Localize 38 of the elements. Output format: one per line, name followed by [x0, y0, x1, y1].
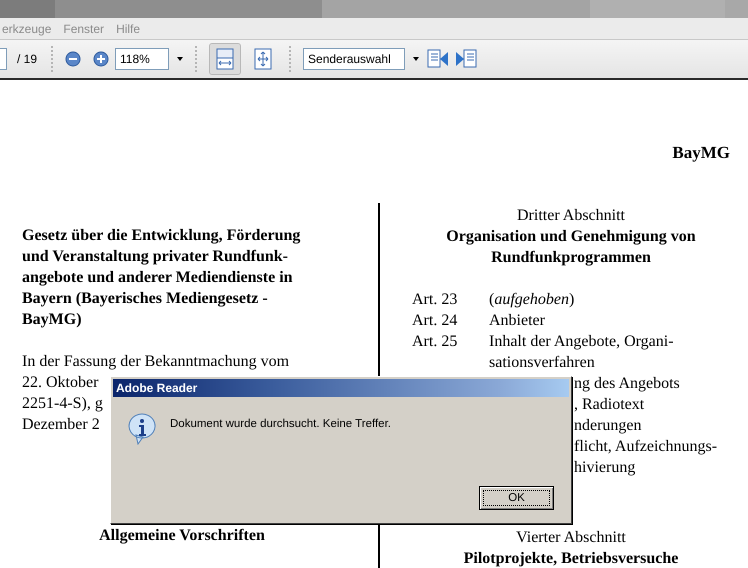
info-icon [128, 413, 156, 445]
next-document-icon[interactable] [455, 49, 478, 69]
dropdown-caret-icon[interactable] [411, 56, 422, 62]
page-count: / 19 [17, 52, 38, 66]
search-combo-field[interactable]: Senderauswahl [303, 48, 406, 70]
article-number: Art. 24 [412, 311, 458, 331]
paragraph-line: 2251-4-S), g [22, 394, 103, 414]
zoom-in-icon[interactable] [93, 51, 110, 67]
article-title: (aufgehoben) [489, 290, 576, 310]
section-label: Vierter Abschnitt [515, 528, 627, 548]
paragraph-line: 22. Oktober [22, 373, 98, 393]
page-number-field[interactable] [0, 48, 7, 70]
fit-width-icon [216, 48, 234, 70]
paragraph-line: In der Fassung der Bekanntmachung vom [22, 352, 290, 372]
zoom-out-icon[interactable] [65, 51, 82, 67]
section-label: Dritter Abschnitt [516, 206, 626, 226]
section-title: Organisation und Genehmigung von Rundfunkprogrammen [445, 227, 697, 268]
article-title: Anbieter [489, 311, 546, 331]
law-title: Gesetz über die Entwicklung, Förderung und Veranstaltung privater Rundfunk- angebote und anderer Mediendienste in Bayern (Bayerisches Mediengesetz - BayMG) [22, 226, 302, 330]
article-text: ng des Angebots [574, 375, 680, 392]
zoom-field[interactable]: 118% [115, 48, 170, 70]
section-title: Pilotprojekte, Betriebsversuche [462, 549, 680, 568]
fit-page-icon [254, 48, 272, 70]
fit-width-button[interactable] [209, 43, 242, 75]
dropdown-caret-icon[interactable] [175, 56, 186, 62]
article-text: , Radiotext [574, 396, 644, 413]
article-text: flicht, Aufzeichnungs- [574, 438, 718, 455]
article-text: nderungen [574, 417, 642, 434]
article-text: hivierung [574, 459, 636, 476]
article-number: Art. 23 [412, 290, 458, 310]
dialog-message: Dokument wurde durchsucht. Keine Treffer. [170, 418, 391, 430]
dialog-title: Adobe Reader [113, 379, 569, 397]
article-number: Art. 25 [412, 332, 458, 352]
document-header: BayMG [671, 142, 731, 163]
previous-document-icon[interactable] [427, 49, 450, 69]
ok-button[interactable]: OK [479, 486, 554, 510]
section-title: Allgemeine Vorschriften [98, 526, 266, 546]
paragraph-line: Dezember 2 [22, 415, 100, 435]
